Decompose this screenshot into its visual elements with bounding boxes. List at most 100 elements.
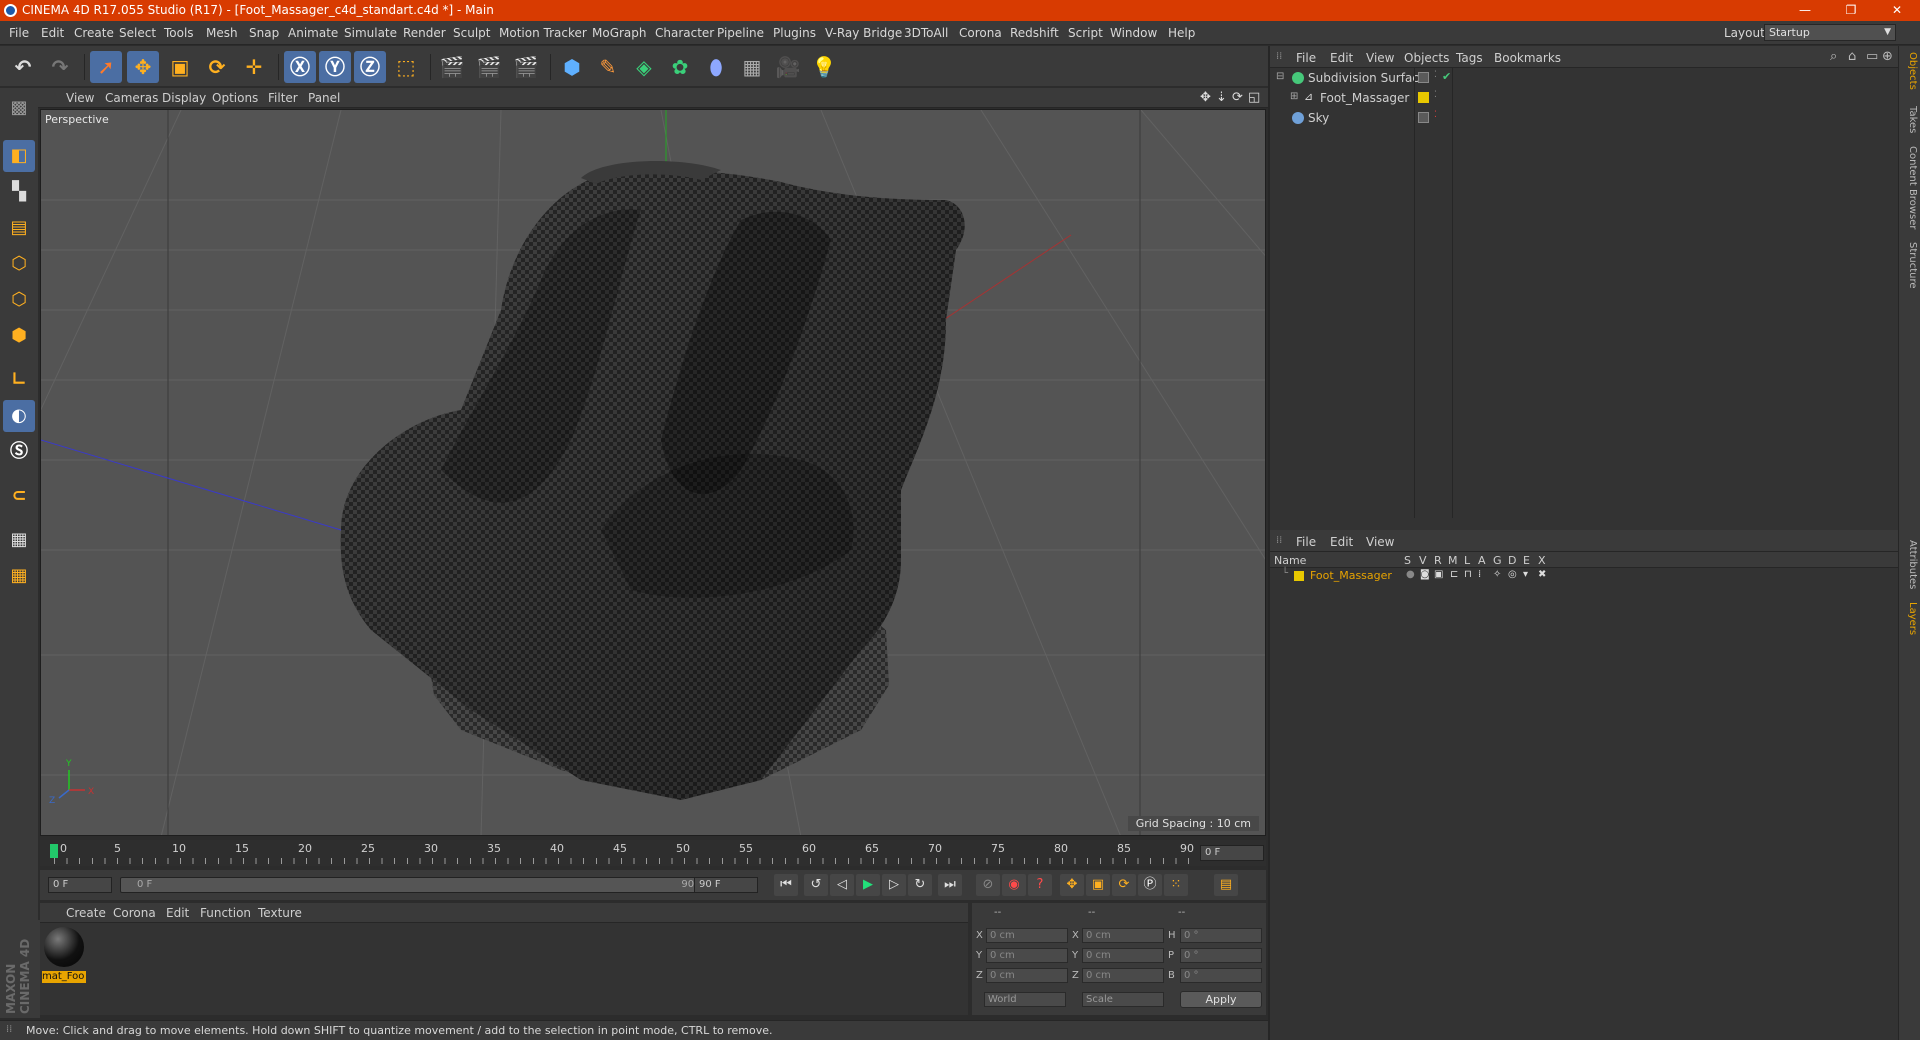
layer-col-render[interactable]: R xyxy=(1434,554,1442,567)
axis-mode-button[interactable]: ∟ xyxy=(3,364,35,396)
menu-mesh[interactable]: Mesh xyxy=(206,26,238,40)
edges-mode-button[interactable]: ⬡ xyxy=(3,284,35,316)
render-clapboard-icon[interactable]: ▣ xyxy=(1434,569,1443,580)
menu-mograph[interactable]: MoGraph xyxy=(592,26,647,40)
layer-color-swatch[interactable] xyxy=(1418,92,1429,103)
collapse-icon[interactable]: ⊟ xyxy=(1276,71,1284,82)
material-preview-swatch[interactable] xyxy=(44,927,84,967)
menu-help[interactable]: Help xyxy=(1168,26,1195,40)
menu-render[interactable]: Render xyxy=(403,26,446,40)
menu-corona[interactable]: Corona xyxy=(959,26,1002,40)
xref-icon[interactable]: ✖ xyxy=(1538,569,1546,580)
solo-dot-icon[interactable]: ● xyxy=(1406,569,1415,580)
menu-edit[interactable]: Edit xyxy=(41,26,64,40)
layer-col-expressions[interactable]: E xyxy=(1523,554,1530,567)
menu-character[interactable]: Character xyxy=(655,26,714,40)
menu-create[interactable]: Create xyxy=(74,26,114,40)
layer-menu-file[interactable]: File xyxy=(1296,535,1316,549)
next-frame-button[interactable]: ▷ xyxy=(882,874,906,896)
position-y-field[interactable]: 0 cm xyxy=(986,948,1068,963)
material-menu-texture[interactable]: Texture xyxy=(258,906,302,920)
restore-button[interactable]: ❐ xyxy=(1828,0,1874,21)
new-view-icon[interactable]: ▭ xyxy=(1866,49,1878,64)
menu-plugins[interactable]: Plugins xyxy=(773,26,816,40)
visibility-red-dots-icon[interactable]: ⁚ xyxy=(1434,110,1437,120)
menu-redshift[interactable]: Redshift xyxy=(1010,26,1059,40)
viewport-menu-filter[interactable]: Filter xyxy=(268,91,298,105)
go-to-start-button[interactable]: ⏮ xyxy=(774,874,798,896)
model-mode-button[interactable]: ◧ xyxy=(3,140,35,172)
go-to-end-button[interactable]: ⏭ xyxy=(938,874,962,896)
size-y-field[interactable]: 0 cm xyxy=(1082,948,1164,963)
position-z-field[interactable]: 0 cm xyxy=(986,968,1068,983)
snapping-button[interactable]: Ⓢ xyxy=(3,436,35,468)
expand-icon[interactable]: ⊞ xyxy=(1290,91,1298,102)
close-button[interactable]: ✕ xyxy=(1874,0,1920,21)
viewport-zoom-icon[interactable]: ⇣ xyxy=(1216,90,1227,105)
perspective-viewport[interactable]: Y X Z Perspective Grid Spacing : 10 cm xyxy=(40,109,1266,836)
layer-col-solo[interactable]: S xyxy=(1404,554,1411,567)
layer-col-xref[interactable]: X xyxy=(1538,554,1546,567)
tab-structure[interactable]: Structure xyxy=(1902,242,1918,289)
menu-3dtoall[interactable]: 3DToAll xyxy=(904,26,948,40)
layer-col-animation[interactable]: A xyxy=(1478,554,1486,567)
keyframe-selection-button[interactable]: ? xyxy=(1028,874,1052,896)
layer-tag-box[interactable] xyxy=(1418,112,1429,123)
object-row-foot-massager[interactable]: ⊞ ⊿ Foot_Massager ⁚ xyxy=(1270,88,1900,108)
deformers-icon[interactable]: ◎ xyxy=(1508,569,1517,580)
make-editable-button[interactable]: ▩ xyxy=(3,92,35,124)
add-light-button[interactable]: 💡 xyxy=(808,51,840,83)
key-parameter-button[interactable]: Ⓟ xyxy=(1138,874,1162,896)
lock-icon[interactable]: ⊓ xyxy=(1464,569,1472,580)
search-icon[interactable]: ⌕ xyxy=(1830,49,1837,64)
menu-pipeline[interactable]: Pipeline xyxy=(717,26,764,40)
viewport-menu-options[interactable]: Options xyxy=(212,91,258,105)
coordinate-system-button[interactable]: ⬚ xyxy=(390,51,422,83)
current-frame-field[interactable]: 0 F xyxy=(1200,845,1264,861)
workplane-mode-button[interactable]: ▤ xyxy=(3,212,35,244)
tab-content-browser[interactable]: Content Browser xyxy=(1902,146,1918,229)
apply-button[interactable]: Apply xyxy=(1180,991,1262,1008)
last-tool[interactable]: ✛ xyxy=(238,51,270,83)
viewport-menu-cameras[interactable]: Cameras xyxy=(105,91,158,105)
layer-col-locked[interactable]: L xyxy=(1464,554,1470,567)
material-menu-edit[interactable]: Edit xyxy=(166,906,189,920)
object-row-sky[interactable]: Sky ⁚ xyxy=(1270,108,1900,128)
layer-name[interactable]: Foot_Massager xyxy=(1310,569,1392,582)
material-menu-corona[interactable]: Corona xyxy=(113,906,156,920)
viewport-rotate-icon[interactable]: ⟳ xyxy=(1232,90,1243,105)
play-button[interactable]: ▶ xyxy=(856,874,880,896)
tab-objects[interactable]: Objects xyxy=(1902,52,1918,90)
polygons-mode-button[interactable]: ⬢ xyxy=(3,320,35,352)
expand-icon[interactable]: ⊕ xyxy=(1882,49,1893,64)
playhead-marker[interactable] xyxy=(50,844,58,858)
add-floor-button[interactable]: ▦ xyxy=(736,51,768,83)
tab-layers[interactable]: Layers xyxy=(1902,602,1918,635)
points-mode-button[interactable]: ⬡ xyxy=(3,248,35,280)
viewport-menu-panel[interactable]: Panel xyxy=(308,91,340,105)
undo-button[interactable]: ↶ xyxy=(7,51,39,83)
layer-col-deformers[interactable]: D xyxy=(1508,554,1516,567)
add-spline-button[interactable]: ✎ xyxy=(592,51,624,83)
key-scale-button[interactable]: ▣ xyxy=(1086,874,1110,896)
redo-button[interactable]: ↷ xyxy=(44,51,76,83)
menu-simulate[interactable]: Simulate xyxy=(344,26,397,40)
render-settings-button[interactable]: 🎬 xyxy=(510,51,542,83)
render-picture-viewer-button[interactable]: 🎬 xyxy=(473,51,505,83)
object-menu-file[interactable]: File xyxy=(1296,51,1316,65)
layout-dropdown[interactable]: Startup ▼ xyxy=(1764,24,1896,41)
visibility-dots-icon[interactable]: ⁚ xyxy=(1434,90,1437,100)
render-view-button[interactable]: 🎬 xyxy=(436,51,468,83)
live-selection-tool[interactable]: ➚ xyxy=(90,51,122,83)
object-menu-view[interactable]: View xyxy=(1366,51,1394,65)
z-axis-lock[interactable]: Ⓩ xyxy=(354,51,386,83)
enabled-check-icon[interactable]: ✔ xyxy=(1442,70,1451,83)
visibility-dots-icon[interactable]: ⁚ xyxy=(1434,70,1437,80)
menu-vray-bridge[interactable]: V-Ray Bridge xyxy=(825,26,902,40)
add-array-button[interactable]: ✿ xyxy=(664,51,696,83)
eye-icon[interactable]: ◙ xyxy=(1420,569,1430,580)
layer-color-swatch[interactable] xyxy=(1294,571,1304,581)
key-rotation-button[interactable]: ⟳ xyxy=(1112,874,1136,896)
layer-col-manager[interactable]: M xyxy=(1448,554,1458,567)
menu-select[interactable]: Select xyxy=(119,26,156,40)
